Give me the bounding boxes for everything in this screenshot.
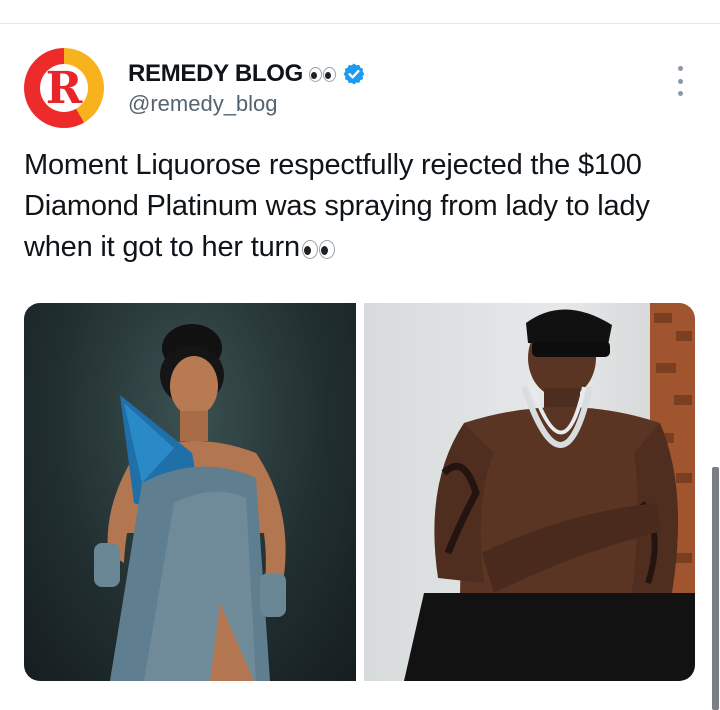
author-display-name[interactable]: REMEDY BLOG <box>128 60 303 88</box>
eyes-icon <box>301 240 335 259</box>
eyes-icon <box>308 66 336 82</box>
avatar[interactable]: R <box>24 48 104 128</box>
woman-in-sparkly-blue-gown-photo[interactable] <box>24 303 356 681</box>
more-options-icon[interactable] <box>672 66 688 96</box>
author-name-row: REMEDY BLOG <box>128 60 366 88</box>
avatar-logo-letter: R <box>45 62 83 114</box>
tweet-text: Moment Liquorose respectfully rejected t… <box>24 145 684 268</box>
top-divider <box>0 23 720 24</box>
tweet-body: Moment Liquorose respectfully rejected t… <box>24 149 650 263</box>
author-handle[interactable]: @remedy_blog <box>128 91 278 117</box>
tweet-media-grid <box>24 303 695 681</box>
tattooed-man-with-chains-photo[interactable] <box>364 303 695 681</box>
verified-badge-icon[interactable] <box>342 62 366 86</box>
scrollbar[interactable] <box>712 467 719 710</box>
